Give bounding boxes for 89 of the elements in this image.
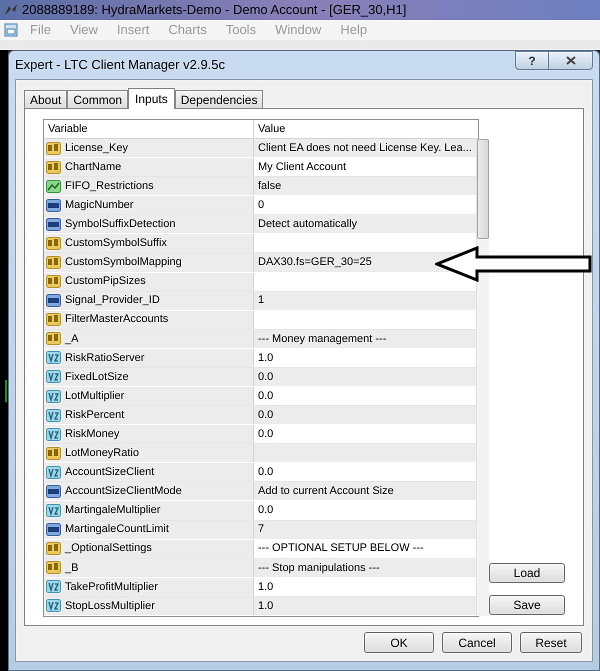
variable-value[interactable]: 0 — [258, 197, 264, 214]
variable-value[interactable]: Detect automatically — [258, 216, 358, 233]
string-type-icon — [46, 313, 61, 326]
decimal-type-icon — [46, 580, 61, 594]
string-type-icon — [46, 542, 61, 556]
string-type-icon — [46, 142, 61, 155]
variable-name: CustomPipSizes — [65, 274, 146, 290]
variable-name: FilterMasterAccounts — [65, 312, 168, 328]
integer-type-icon — [46, 198, 61, 212]
variable-value[interactable]: --- Money management --- — [258, 330, 386, 348]
decimal-type-icon — [46, 466, 61, 479]
variable-value[interactable]: Client EA does not need License Key. Lea... — [258, 140, 472, 156]
variable-name: FixedLotSize — [65, 370, 129, 385]
variable-name: _A — [65, 332, 78, 347]
variable-name: RiskPercent — [65, 408, 124, 423]
variable-name: TakeProfitMultiplier — [65, 580, 158, 595]
cancel-button[interactable]: Cancel — [442, 632, 512, 653]
variable-name: RiskRatioServer — [65, 350, 144, 366]
variable-name: CustomSymbolSuffix — [65, 236, 167, 252]
decimal-type-icon — [46, 599, 61, 612]
string-type-icon — [46, 256, 61, 269]
string-type-icon — [46, 236, 61, 250]
integer-type-icon — [46, 523, 61, 536]
tab[interactable]: Dependencies — [174, 90, 264, 108]
integer-type-icon — [46, 218, 61, 231]
app-menu-icon[interactable] — [4, 23, 18, 37]
column-header[interactable]: Value — [254, 120, 463, 138]
variable-value[interactable]: 0.0 — [258, 368, 274, 386]
decimal-type-icon — [46, 408, 61, 422]
variable-value[interactable]: 7 — [258, 521, 264, 538]
variable-value[interactable]: false — [258, 178, 282, 194]
variable-name: AccountSizeClientMode — [65, 484, 182, 500]
variable-value[interactable]: 1.0 — [258, 598, 274, 614]
variable-name: AccountSizeClient — [65, 465, 154, 480]
variable-name: StopLossMultiplier — [65, 598, 155, 614]
tab[interactable]: About — [24, 90, 68, 108]
variable-value[interactable]: DAX30.fs=GER_30=25 — [258, 254, 372, 271]
string-type-icon — [46, 332, 61, 346]
variable-name: LotMoneyRatio — [65, 446, 139, 462]
save-button[interactable]: Save — [489, 595, 565, 615]
variable-value[interactable]: 1.0 — [258, 350, 274, 366]
variable-value[interactable]: 0.0 — [258, 502, 274, 519]
decimal-type-icon — [46, 351, 61, 364]
variable-name: Signal_Provider_ID — [65, 293, 160, 308]
string-type-icon — [46, 446, 61, 460]
close-button[interactable] — [549, 51, 593, 70]
dialog-title: Expert - LTC Client Manager v2.9.5c — [15, 56, 226, 74]
variable-value[interactable]: 1 — [258, 292, 264, 309]
variable-value[interactable]: 0.0 — [258, 426, 274, 442]
variable-name: SymbolSuffixDetection — [65, 217, 176, 232]
load-button[interactable]: Load — [489, 563, 565, 583]
ok-button[interactable]: OK — [364, 632, 434, 653]
decimal-type-icon — [46, 504, 61, 518]
variable-name: License_Key — [65, 140, 128, 156]
variable-value[interactable]: 0.0 — [258, 464, 274, 481]
column-header[interactable]: Variable — [44, 120, 254, 138]
variable-name: ChartName — [65, 160, 122, 175]
variable-value[interactable]: 0.0 — [258, 406, 274, 424]
variable-name: _OptionalSettings — [65, 541, 152, 556]
app-icon — [4, 3, 18, 17]
integer-type-icon — [46, 484, 61, 498]
variable-value[interactable]: --- Stop manipulations --- — [258, 560, 380, 576]
boolean-type-icon — [46, 180, 61, 193]
variable-name: MagicNumber — [65, 198, 134, 214]
variable-value[interactable]: My Client Account — [258, 158, 346, 176]
variable-name: FIFO_Restrictions — [65, 178, 154, 194]
string-type-icon — [46, 160, 61, 174]
variable-value[interactable]: Add to current Account Size — [258, 483, 394, 500]
integer-type-icon — [46, 294, 61, 308]
window-title: 2088889189: HydraMarkets-Demo - Demo Account - [GER_30,H1] — [22, 1, 406, 20]
close-icon — [566, 56, 576, 65]
variable-name: RiskMoney — [65, 426, 120, 442]
decimal-type-icon — [46, 370, 61, 384]
string-type-icon — [46, 275, 61, 288]
variable-value[interactable]: 0.0 — [258, 388, 274, 404]
variable-name: CustomSymbolMapping — [65, 255, 182, 270]
variable-value[interactable]: --- OPTIONAL SETUP BELOW --- — [258, 540, 424, 557]
variable-name: MartingaleCountLimit — [65, 522, 169, 538]
variable-name: LotMultiplier — [65, 388, 124, 404]
tab[interactable]: Common — [67, 90, 128, 108]
variable-name: MartingaleMultiplier — [65, 503, 160, 518]
decimal-type-icon — [46, 390, 61, 403]
reset-button[interactable]: Reset — [520, 632, 582, 653]
string-type-icon — [46, 561, 61, 574]
tab[interactable]: Inputs — [128, 88, 175, 109]
variable-name: _B — [65, 560, 78, 576]
help-button[interactable]: ? — [515, 51, 549, 70]
variable-value[interactable]: 1.0 — [258, 578, 274, 596]
decimal-type-icon — [46, 428, 61, 441]
